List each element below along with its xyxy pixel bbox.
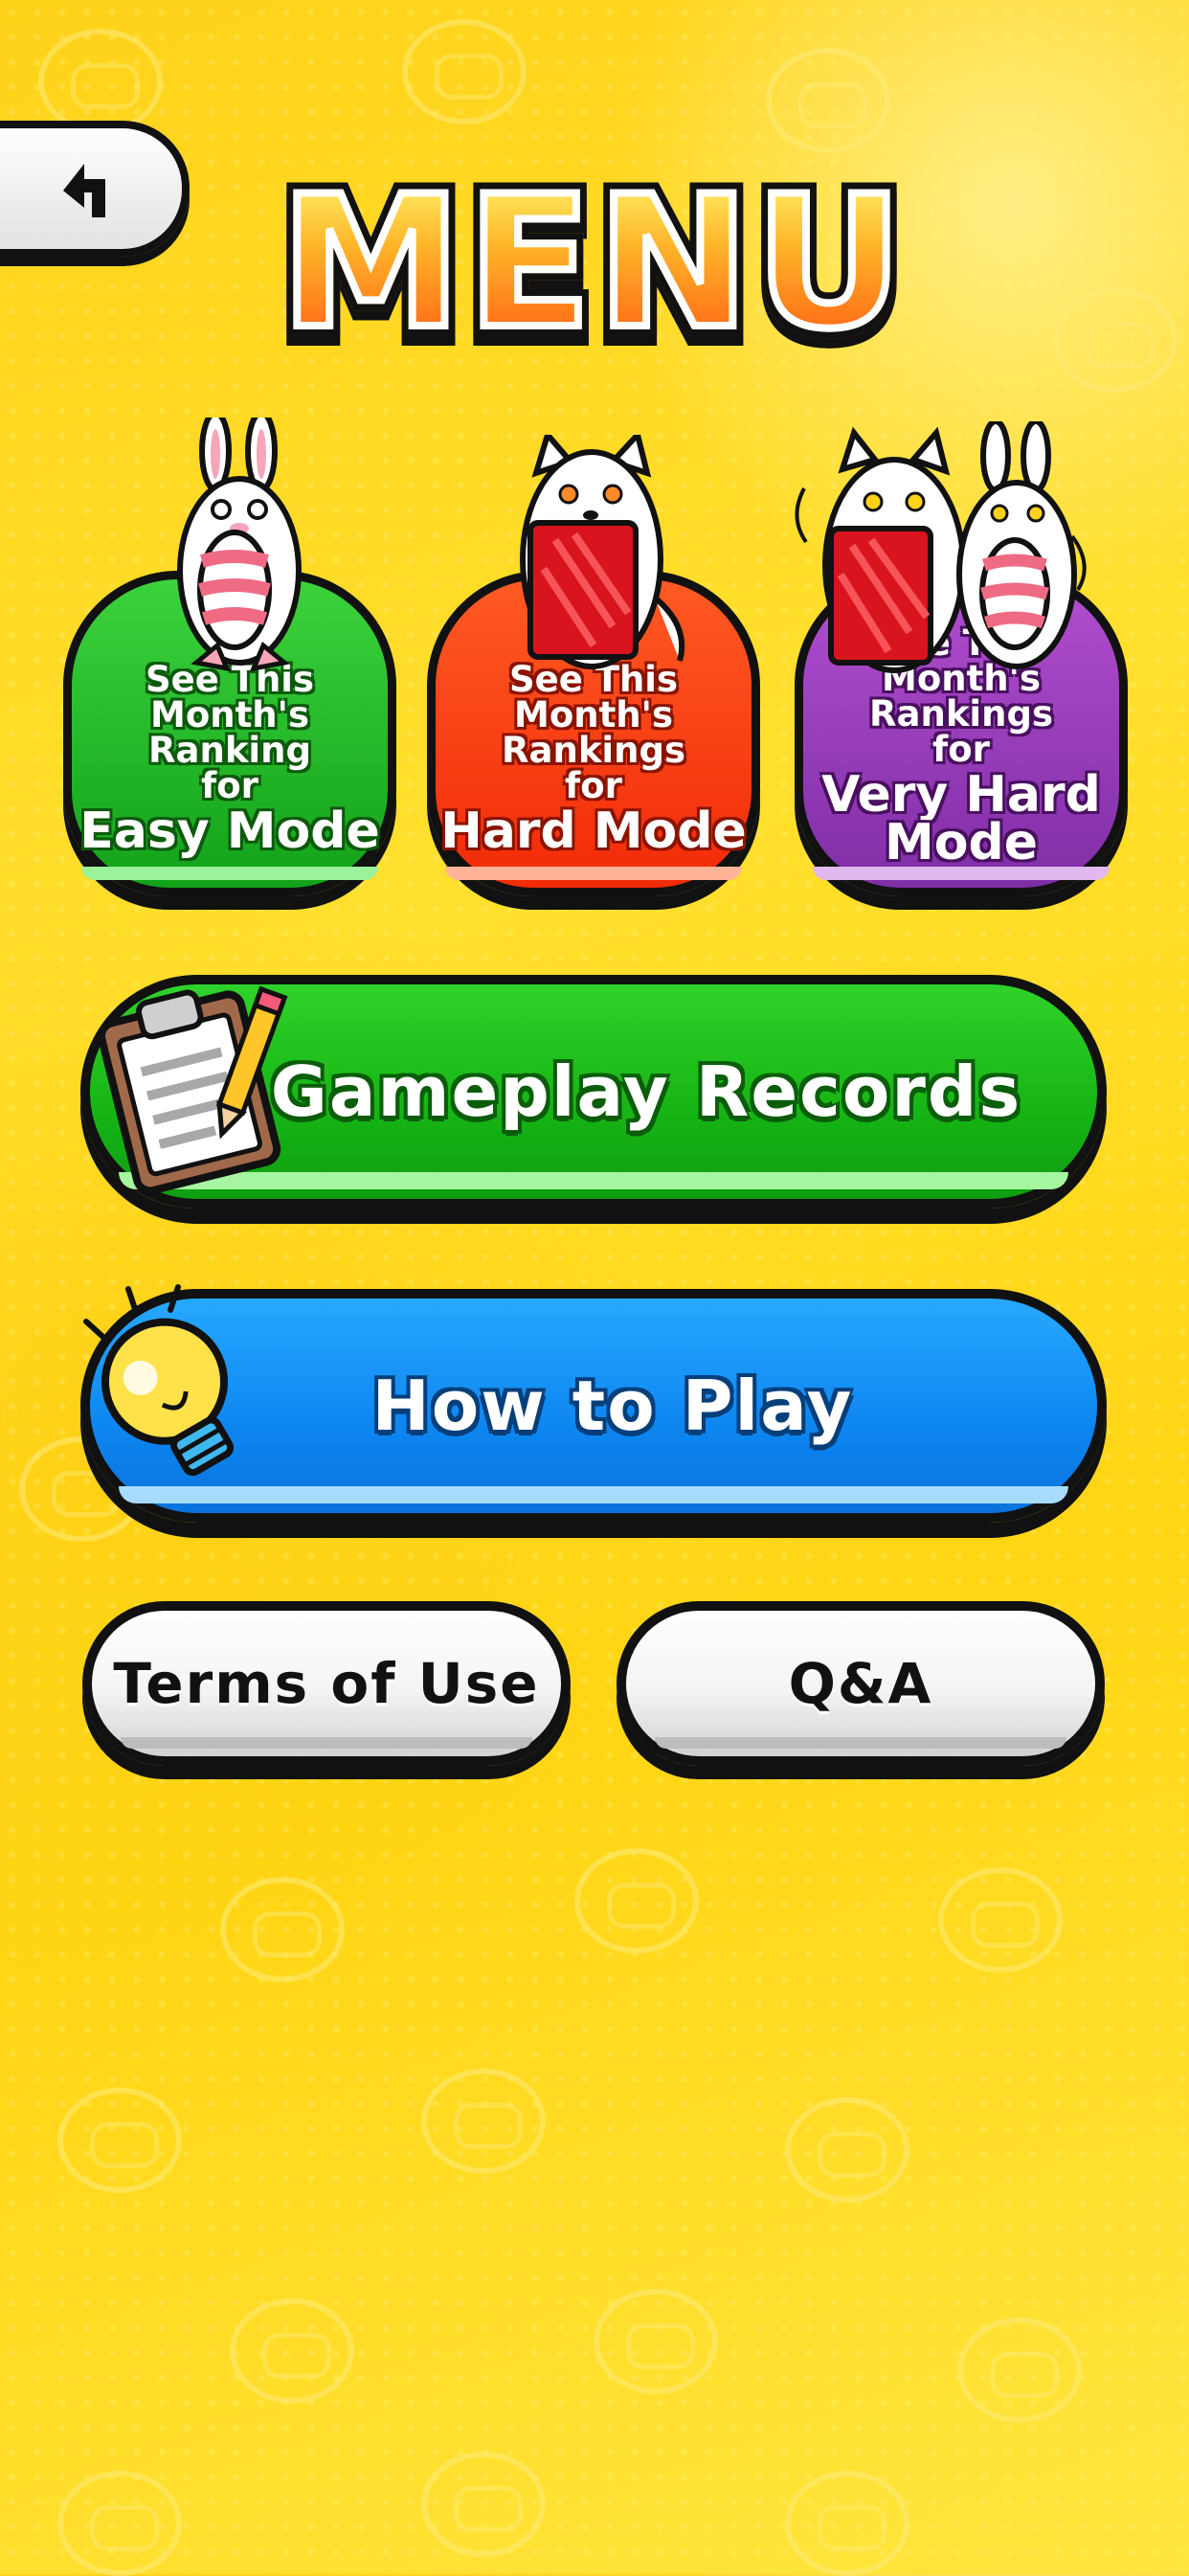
background-emblem [785,2471,909,2576]
qa-button[interactable]: Q&A [617,1601,1105,1766]
ranking-mode-label: Easy Mode [79,802,380,860]
page-title: MENU [0,169,1189,358]
background-emblem [574,1848,699,1954]
terms-of-use-label: Terms of Use [113,1651,540,1716]
background-emblem [230,2298,354,2404]
ranking-label-line3: for [565,765,622,806]
how-to-play-label: How to Play [371,1366,854,1446]
ranking-mode-label: Hard Mode [440,802,747,860]
gameplay-records-label: Gameplay Records [270,1051,1022,1132]
background-emblem [785,2097,909,2203]
background-emblem [938,1867,1063,1973]
cat-and-rabbit-mascot-icon [795,421,1087,673]
qa-label: Q&A [788,1651,933,1716]
background-emblem [57,2471,182,2576]
background-emblem [402,19,527,124]
lightbulb-icon [83,1284,235,1477]
clipboard-icon [97,985,288,1195]
rabbit-mascot-icon [177,418,302,672]
background-emblem [766,48,890,153]
ranking-label-line3: for [932,729,990,770]
background-emblem [38,29,163,134]
cat-with-book-mascot-icon [520,435,685,669]
ranking-label-line2: Month's Ranking [148,694,311,771]
background-emblem [421,2068,546,2174]
background-emblem [57,2088,182,2193]
ranking-mode-label-line2: Mode [885,814,1038,871]
ranking-label-line2: Month's Rankings [502,694,685,771]
ranking-label-line3: for [201,765,258,806]
background-emblem [220,1877,345,1982]
background-emblem [957,2317,1082,2423]
background-emblem [594,2289,718,2394]
ranking-mode-label: Very Hard [821,766,1101,824]
background-emblem [421,2452,546,2557]
terms-of-use-button[interactable]: Terms of Use [82,1601,571,1766]
